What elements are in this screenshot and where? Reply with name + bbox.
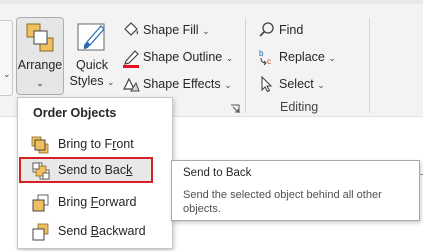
quick-styles-icon bbox=[77, 22, 107, 58]
bring-forward-label: Bring Forward bbox=[58, 195, 137, 209]
editing-group-label: Editing bbox=[280, 100, 319, 114]
tooltip-description: Send the selected object behind all othe… bbox=[183, 189, 382, 215]
menu-header: Order Objects bbox=[33, 106, 117, 120]
find-label: Find bbox=[279, 23, 304, 37]
bring-forward-item[interactable]: Bring Forward bbox=[18, 189, 172, 215]
chevron-down-icon: ⌄ bbox=[3, 69, 11, 79]
select-button[interactable]: Select ⌄ bbox=[258, 73, 328, 95]
chevron-down-icon: ⌄ bbox=[224, 80, 232, 90]
bring-to-front-item[interactable]: Bring to Front bbox=[18, 131, 172, 157]
shape-fill-label: Shape Fill bbox=[143, 23, 199, 37]
send-to-back-tooltip: Send to Back Send the selected object be… bbox=[171, 160, 420, 221]
send-to-back-icon bbox=[32, 162, 50, 189]
search-icon bbox=[258, 21, 276, 46]
chevron-down-icon: ⌄ bbox=[202, 26, 210, 36]
ribbon-top-edge bbox=[0, 0, 423, 4]
send-to-back-item[interactable]: Send to Back bbox=[19, 157, 153, 183]
send-backward-item[interactable]: Send Backward bbox=[18, 218, 172, 244]
svg-text:c: c bbox=[267, 57, 271, 66]
tooltip-title: Send to Back bbox=[183, 167, 252, 179]
quick-styles-label-line1: Quick bbox=[76, 58, 108, 72]
bring-forward-icon bbox=[31, 194, 49, 221]
arrange-icon bbox=[25, 22, 55, 58]
arrange-label: Arrange bbox=[17, 58, 63, 72]
replace-button[interactable]: b c Replace ⌄ bbox=[258, 46, 348, 68]
chevron-down-icon: ⌄ bbox=[317, 80, 325, 90]
send-backward-label: Send Backward bbox=[58, 224, 146, 238]
shape-outline-label: Shape Outline bbox=[143, 50, 223, 64]
arrange-menu: Order Objects Bring to Front Send to Bac… bbox=[17, 97, 173, 249]
find-button[interactable]: Find bbox=[258, 19, 318, 41]
shape-effects-button[interactable]: Shape Effects ⌄ bbox=[122, 73, 232, 95]
replace-icon: b c bbox=[258, 48, 276, 73]
chevron-down-icon: ⌄ bbox=[225, 53, 234, 63]
shape-outline-button[interactable]: Shape Outline ⌄ bbox=[122, 46, 234, 68]
cursor-arrow-icon bbox=[258, 75, 276, 100]
shape-fill-button[interactable]: Shape Fill ⌄ bbox=[122, 19, 222, 41]
pen-outline-icon bbox=[122, 48, 140, 75]
quick-styles-button[interactable]: Quick Styles ⌄ bbox=[68, 17, 116, 95]
paint-bucket-icon bbox=[122, 21, 140, 46]
chevron-down-icon: ⌄ bbox=[36, 78, 44, 88]
svg-text:b: b bbox=[259, 49, 264, 58]
replace-label: Replace bbox=[279, 50, 325, 64]
select-label: Select bbox=[279, 77, 314, 91]
send-to-back-label: Send to Back bbox=[58, 163, 133, 177]
group-divider bbox=[369, 18, 370, 113]
shape-effects-label: Shape Effects bbox=[143, 77, 221, 91]
group-divider bbox=[245, 18, 246, 113]
previous-group-button[interactable]: ⌄ bbox=[0, 20, 13, 96]
arrange-button[interactable]: Arrange ⌄ bbox=[16, 17, 64, 95]
chevron-down-icon: ⌄ bbox=[328, 53, 336, 63]
send-backward-icon bbox=[31, 223, 49, 250]
quick-styles-label-line2: Styles ⌄ bbox=[69, 74, 115, 88]
bring-to-front-label: Bring to Front bbox=[58, 137, 134, 151]
